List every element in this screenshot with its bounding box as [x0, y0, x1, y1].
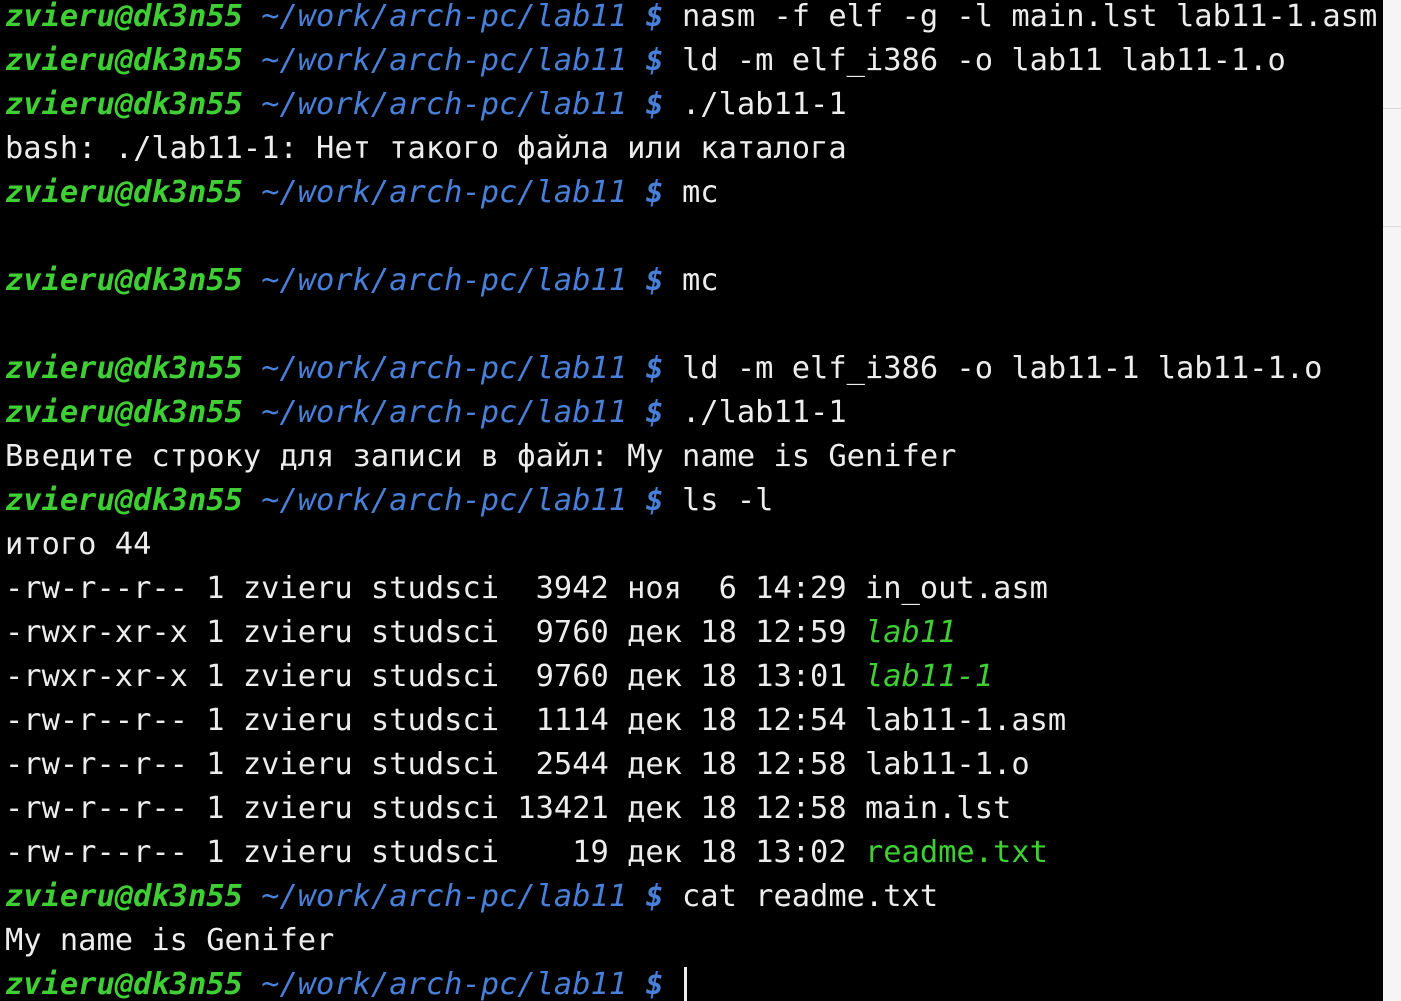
file-name: lab11: [864, 615, 957, 650]
prompt-line: zvieru@dk3n55 ~/work/arch-pc/lab11 $ nas…: [5, 0, 1383, 39]
background-strip: [1383, 0, 1401, 1001]
file-name: in_out.asm: [864, 571, 1048, 606]
file-name: lab11-1.asm: [864, 703, 1067, 738]
file-name: lab11-1.o: [864, 747, 1030, 782]
file-listing-row: -rwxr-xr-x 1 zvieru studsci 9760 дек 18 …: [5, 611, 1383, 655]
prompt-line: zvieru@dk3n55 ~/work/arch-pc/lab11 $ ls …: [5, 479, 1383, 523]
prompt-symbol: $: [645, 879, 664, 914]
output-text: Введите строку для записи в файл: My nam…: [5, 439, 957, 474]
output-line: итого 44: [5, 523, 1383, 567]
prompt-line: zvieru@dk3n55 ~/work/arch-pc/lab11 $ cat…: [5, 875, 1383, 919]
file-info: -rw-r--r-- 1 zvieru studsci 19 дек 18 13…: [5, 835, 865, 870]
prompt-symbol: $: [645, 87, 664, 122]
command-text: mc: [681, 175, 719, 210]
screenshot: zvieru@dk3n55 ~/work/arch-pc/lab11 $ nas…: [0, 0, 1401, 1001]
file-info: -rw-r--r-- 1 zvieru studsci 2544 дек 18 …: [5, 747, 865, 782]
prompt-symbol: $: [645, 483, 664, 518]
prompt-user-host: zvieru@dk3n55: [5, 43, 243, 78]
prompt-path: ~/work/arch-pc/lab11: [261, 395, 628, 430]
file-listing-row: -rw-r--r-- 1 zvieru studsci 13421 дек 18…: [5, 787, 1383, 831]
prompt-path: ~/work/arch-pc/lab11: [261, 483, 628, 518]
file-info: -rwxr-xr-x 1 zvieru studsci 9760 дек 18 …: [5, 659, 865, 694]
prompt-symbol: $: [645, 395, 664, 430]
prompt-user-host: zvieru@dk3n55: [5, 87, 243, 122]
divider: [1383, 226, 1401, 227]
prompt-line: zvieru@dk3n55 ~/work/arch-pc/lab11 $ ld …: [5, 347, 1383, 391]
file-name: main.lst: [864, 791, 1012, 826]
command-text: nasm -f elf -g -l main.lst lab11-1.asm: [681, 0, 1378, 34]
prompt-user-host: zvieru@dk3n55: [5, 879, 243, 914]
file-listing-row: -rw-r--r-- 1 zvieru studsci 19 дек 18 13…: [5, 831, 1383, 875]
prompt-user-host: zvieru@dk3n55: [5, 395, 243, 430]
prompt-symbol: $: [645, 967, 664, 1001]
prompt-symbol: $: [645, 0, 664, 34]
output-text: bash: ./lab11-1: Нет такого файла или ка…: [5, 131, 847, 166]
command-text: ld -m elf_i386 -o lab11 lab11-1.o: [681, 43, 1286, 78]
file-info: -rwxr-xr-x 1 zvieru studsci 9760 дек 18 …: [5, 615, 865, 650]
prompt-symbol: $: [645, 43, 664, 78]
divider: [1383, 108, 1401, 109]
prompt-path: ~/work/arch-pc/lab11: [261, 879, 628, 914]
text-cursor: [683, 967, 687, 1001]
command-text: ld -m elf_i386 -o lab11-1 lab11-1.o: [681, 351, 1323, 386]
terminal-output: zvieru@dk3n55 ~/work/arch-pc/lab11 $ nas…: [5, 0, 1383, 1001]
prompt-path: ~/work/arch-pc/lab11: [261, 263, 628, 298]
prompt-path: ~/work/arch-pc/lab11: [261, 351, 628, 386]
prompt-line: zvieru@dk3n55 ~/work/arch-pc/lab11 $ ld …: [5, 39, 1383, 83]
prompt-path: ~/work/arch-pc/lab11: [261, 175, 628, 210]
file-listing-row: -rwxr-xr-x 1 zvieru studsci 9760 дек 18 …: [5, 655, 1383, 699]
prompt-line: zvieru@dk3n55 ~/work/arch-pc/lab11 $: [5, 963, 1383, 1001]
file-name: lab11-1: [864, 659, 994, 694]
command-text: ./lab11-1: [681, 395, 847, 430]
prompt-path: ~/work/arch-pc/lab11: [261, 0, 628, 34]
prompt-path: ~/work/arch-pc/lab11: [261, 87, 628, 122]
command-text: cat readme.txt: [681, 879, 939, 914]
command-text: ./lab11-1: [681, 87, 847, 122]
command-text: mc: [681, 263, 719, 298]
output-line: Введите строку для записи в файл: My nam…: [5, 435, 1383, 479]
output-text: My name is Genifer: [5, 923, 335, 958]
prompt-line: zvieru@dk3n55 ~/work/arch-pc/lab11 $ mc: [5, 259, 1383, 303]
output-line: bash: ./lab11-1: Нет такого файла или ка…: [5, 127, 1383, 171]
prompt-user-host: zvieru@dk3n55: [5, 0, 243, 34]
prompt-user-host: zvieru@dk3n55: [5, 967, 243, 1001]
prompt-user-host: zvieru@dk3n55: [5, 175, 243, 210]
prompt-user-host: zvieru@dk3n55: [5, 263, 243, 298]
output-line: My name is Genifer: [5, 919, 1383, 963]
terminal-window[interactable]: zvieru@dk3n55 ~/work/arch-pc/lab11 $ nas…: [0, 0, 1383, 1001]
file-info: -rw-r--r-- 1 zvieru studsci 1114 дек 18 …: [5, 703, 865, 738]
prompt-user-host: zvieru@dk3n55: [5, 483, 243, 518]
file-listing-row: -rw-r--r-- 1 zvieru studsci 1114 дек 18 …: [5, 699, 1383, 743]
file-info: -rw-r--r-- 1 zvieru studsci 13421 дек 18…: [5, 791, 865, 826]
prompt-symbol: $: [645, 263, 664, 298]
prompt-path: ~/work/arch-pc/lab11: [261, 43, 628, 78]
file-listing-row: -rw-r--r-- 1 zvieru studsci 3942 ноя 6 1…: [5, 567, 1383, 611]
prompt-line: zvieru@dk3n55 ~/work/arch-pc/lab11 $ ./l…: [5, 391, 1383, 435]
prompt-symbol: $: [645, 175, 664, 210]
file-listing-row: -rw-r--r-- 1 zvieru studsci 2544 дек 18 …: [5, 743, 1383, 787]
file-name: readme.txt: [864, 835, 1048, 870]
prompt-path: ~/work/arch-pc/lab11: [261, 967, 628, 1001]
file-info: -rw-r--r-- 1 zvieru studsci 3942 ноя 6 1…: [5, 571, 865, 606]
prompt-symbol: $: [645, 351, 664, 386]
prompt-line: zvieru@dk3n55 ~/work/arch-pc/lab11 $ ./l…: [5, 83, 1383, 127]
prompt-line: zvieru@dk3n55 ~/work/arch-pc/lab11 $ mc: [5, 171, 1383, 215]
prompt-user-host: zvieru@dk3n55: [5, 351, 243, 386]
output-text: итого 44: [5, 527, 152, 562]
command-text: ls -l: [681, 483, 774, 518]
